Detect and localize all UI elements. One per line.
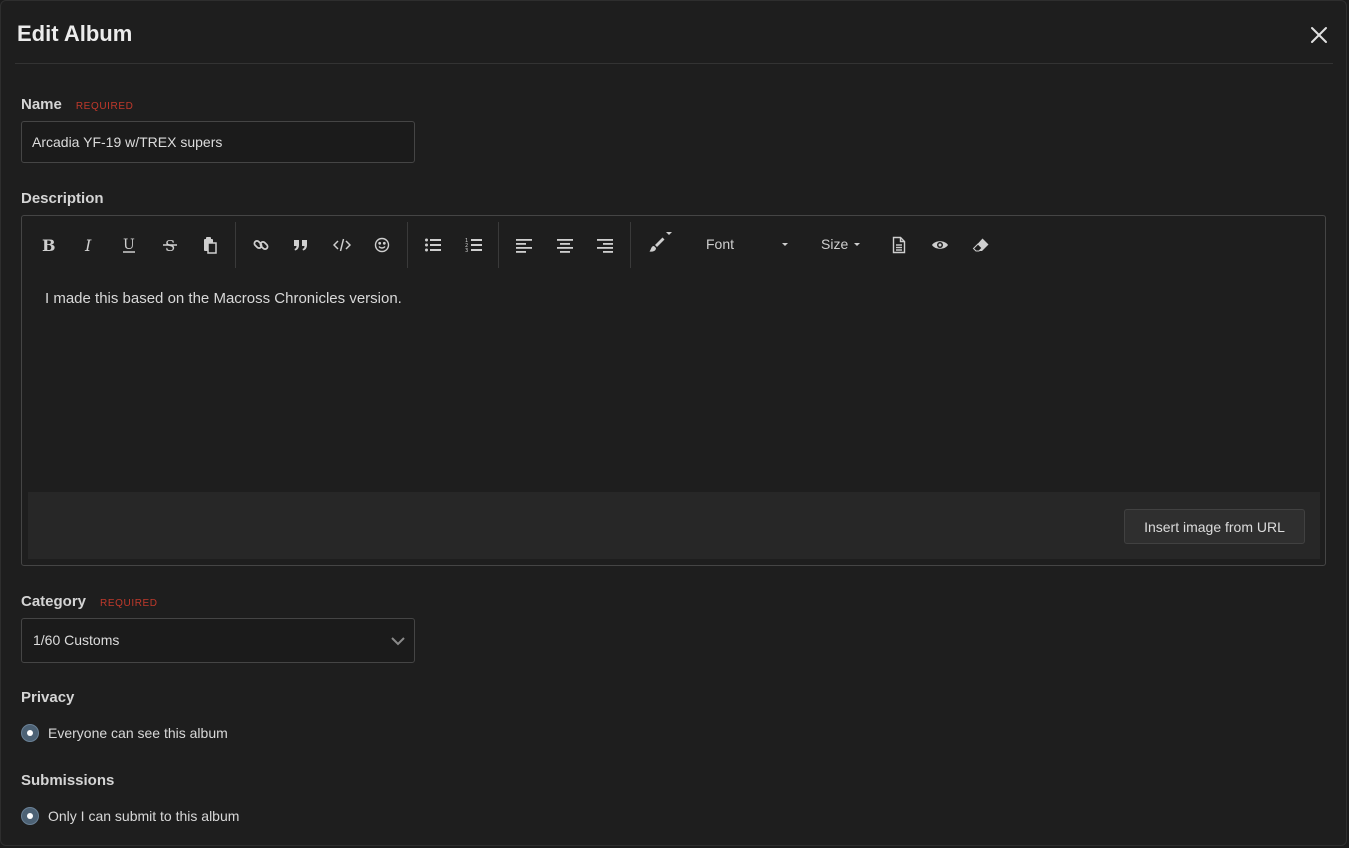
paint-brush-icon <box>649 237 665 252</box>
align-center-icon <box>557 239 573 253</box>
size-dropdown-label: Size <box>821 236 849 252</box>
code-icon <box>333 238 351 252</box>
editor-toolbar: B I U S 1 2 3 Font Size <box>22 216 1325 272</box>
underline-button[interactable]: U <box>116 232 142 258</box>
close-icon <box>1311 27 1327 43</box>
align-center-button[interactable] <box>552 232 578 258</box>
description-editor: B I U S 1 2 3 Font Size I made this base… <box>21 215 1326 566</box>
paste-button[interactable] <box>197 232 223 258</box>
smiley-icon <box>374 237 390 253</box>
underline-icon: U <box>123 237 135 253</box>
privacy-radio[interactable] <box>21 724 39 742</box>
edit-album-modal: Edit Album Name Required Description B I … <box>0 0 1347 846</box>
svg-text:I: I <box>84 236 92 254</box>
font-dropdown[interactable]: Font <box>706 236 789 252</box>
strikethrough-icon: S <box>163 237 177 254</box>
svg-text:B: B <box>42 236 56 254</box>
editor-content[interactable]: I made this based on the Macross Chronic… <box>45 290 402 307</box>
insert-image-from-url-button[interactable]: Insert image from URL <box>1124 509 1305 544</box>
strikethrough-button[interactable]: S <box>157 232 183 258</box>
toolbar-separator <box>630 222 631 268</box>
submissions-radio[interactable] <box>21 807 39 825</box>
name-input[interactable] <box>21 121 415 163</box>
chevron-down-icon <box>782 242 789 246</box>
font-dropdown-label: Font <box>706 236 735 252</box>
paste-icon <box>204 237 217 254</box>
cut-off-element <box>21 845 213 846</box>
submissions-label: Submissions <box>21 772 115 789</box>
emoji-button[interactable] <box>369 232 395 258</box>
svg-text:3: 3 <box>465 248 468 254</box>
toolbar-separator <box>407 222 408 268</box>
modal-title: Edit Album <box>17 21 133 46</box>
document-icon <box>892 236 906 254</box>
eraser-icon <box>972 238 989 252</box>
italic-button[interactable]: I <box>76 232 102 258</box>
quote-button[interactable] <box>288 232 314 258</box>
svg-text:U: U <box>123 237 135 253</box>
radio-dot <box>27 813 33 819</box>
privacy-option-everyone[interactable]: Everyone can see this album <box>21 724 228 742</box>
text-color-button[interactable] <box>644 232 672 258</box>
numbered-list-icon: 123 <box>465 238 482 254</box>
editor-footer: Insert image from URL <box>28 492 1320 559</box>
italic-icon: I <box>84 236 92 254</box>
bold-icon: B <box>42 236 56 254</box>
remove-formatting-button[interactable] <box>968 232 994 258</box>
name-label-text: Name <box>21 96 62 113</box>
chevron-down-icon <box>391 637 405 646</box>
link-button[interactable] <box>248 232 274 258</box>
preview-button[interactable] <box>927 232 953 258</box>
source-button[interactable] <box>886 232 912 258</box>
bold-button[interactable]: B <box>35 232 61 258</box>
submissions-option-label: Only I can submit to this album <box>48 808 240 824</box>
description-label: Description <box>21 190 104 207</box>
scroll-indicator <box>650 845 710 846</box>
link-icon <box>253 240 269 250</box>
category-label-text: Category <box>21 593 87 610</box>
size-dropdown[interactable]: Size <box>821 236 861 252</box>
chevron-down-icon <box>854 242 861 246</box>
close-button[interactable] <box>1307 23 1331 47</box>
toolbar-separator <box>498 222 499 268</box>
align-right-icon <box>597 239 613 253</box>
category-required-tag: Required <box>100 598 158 609</box>
name-required-tag: Required <box>75 101 134 112</box>
text-color-caret <box>666 232 672 235</box>
bullet-list-button[interactable] <box>420 232 446 258</box>
category-selected-value: 1/60 Customs <box>33 632 120 648</box>
radio-dot <box>27 730 33 736</box>
align-right-button[interactable] <box>592 232 618 258</box>
align-left-icon <box>516 239 532 253</box>
eye-icon <box>932 241 948 249</box>
bullet-list-icon <box>425 238 441 252</box>
quote-icon <box>294 240 307 251</box>
toolbar-separator <box>235 222 236 268</box>
numbered-list-button[interactable]: 123 <box>461 232 487 258</box>
code-button[interactable] <box>329 232 355 258</box>
submissions-option-only-me[interactable]: Only I can submit to this album <box>21 807 239 825</box>
modal-header: Edit Album <box>15 1 1333 64</box>
align-left-button[interactable] <box>511 232 537 258</box>
privacy-label: Privacy <box>21 689 75 706</box>
category-select[interactable]: 1/60 Customs <box>21 618 415 663</box>
category-label: Category Required <box>21 593 158 610</box>
name-label: Name Required <box>21 96 133 113</box>
privacy-option-label: Everyone can see this album <box>48 725 228 741</box>
